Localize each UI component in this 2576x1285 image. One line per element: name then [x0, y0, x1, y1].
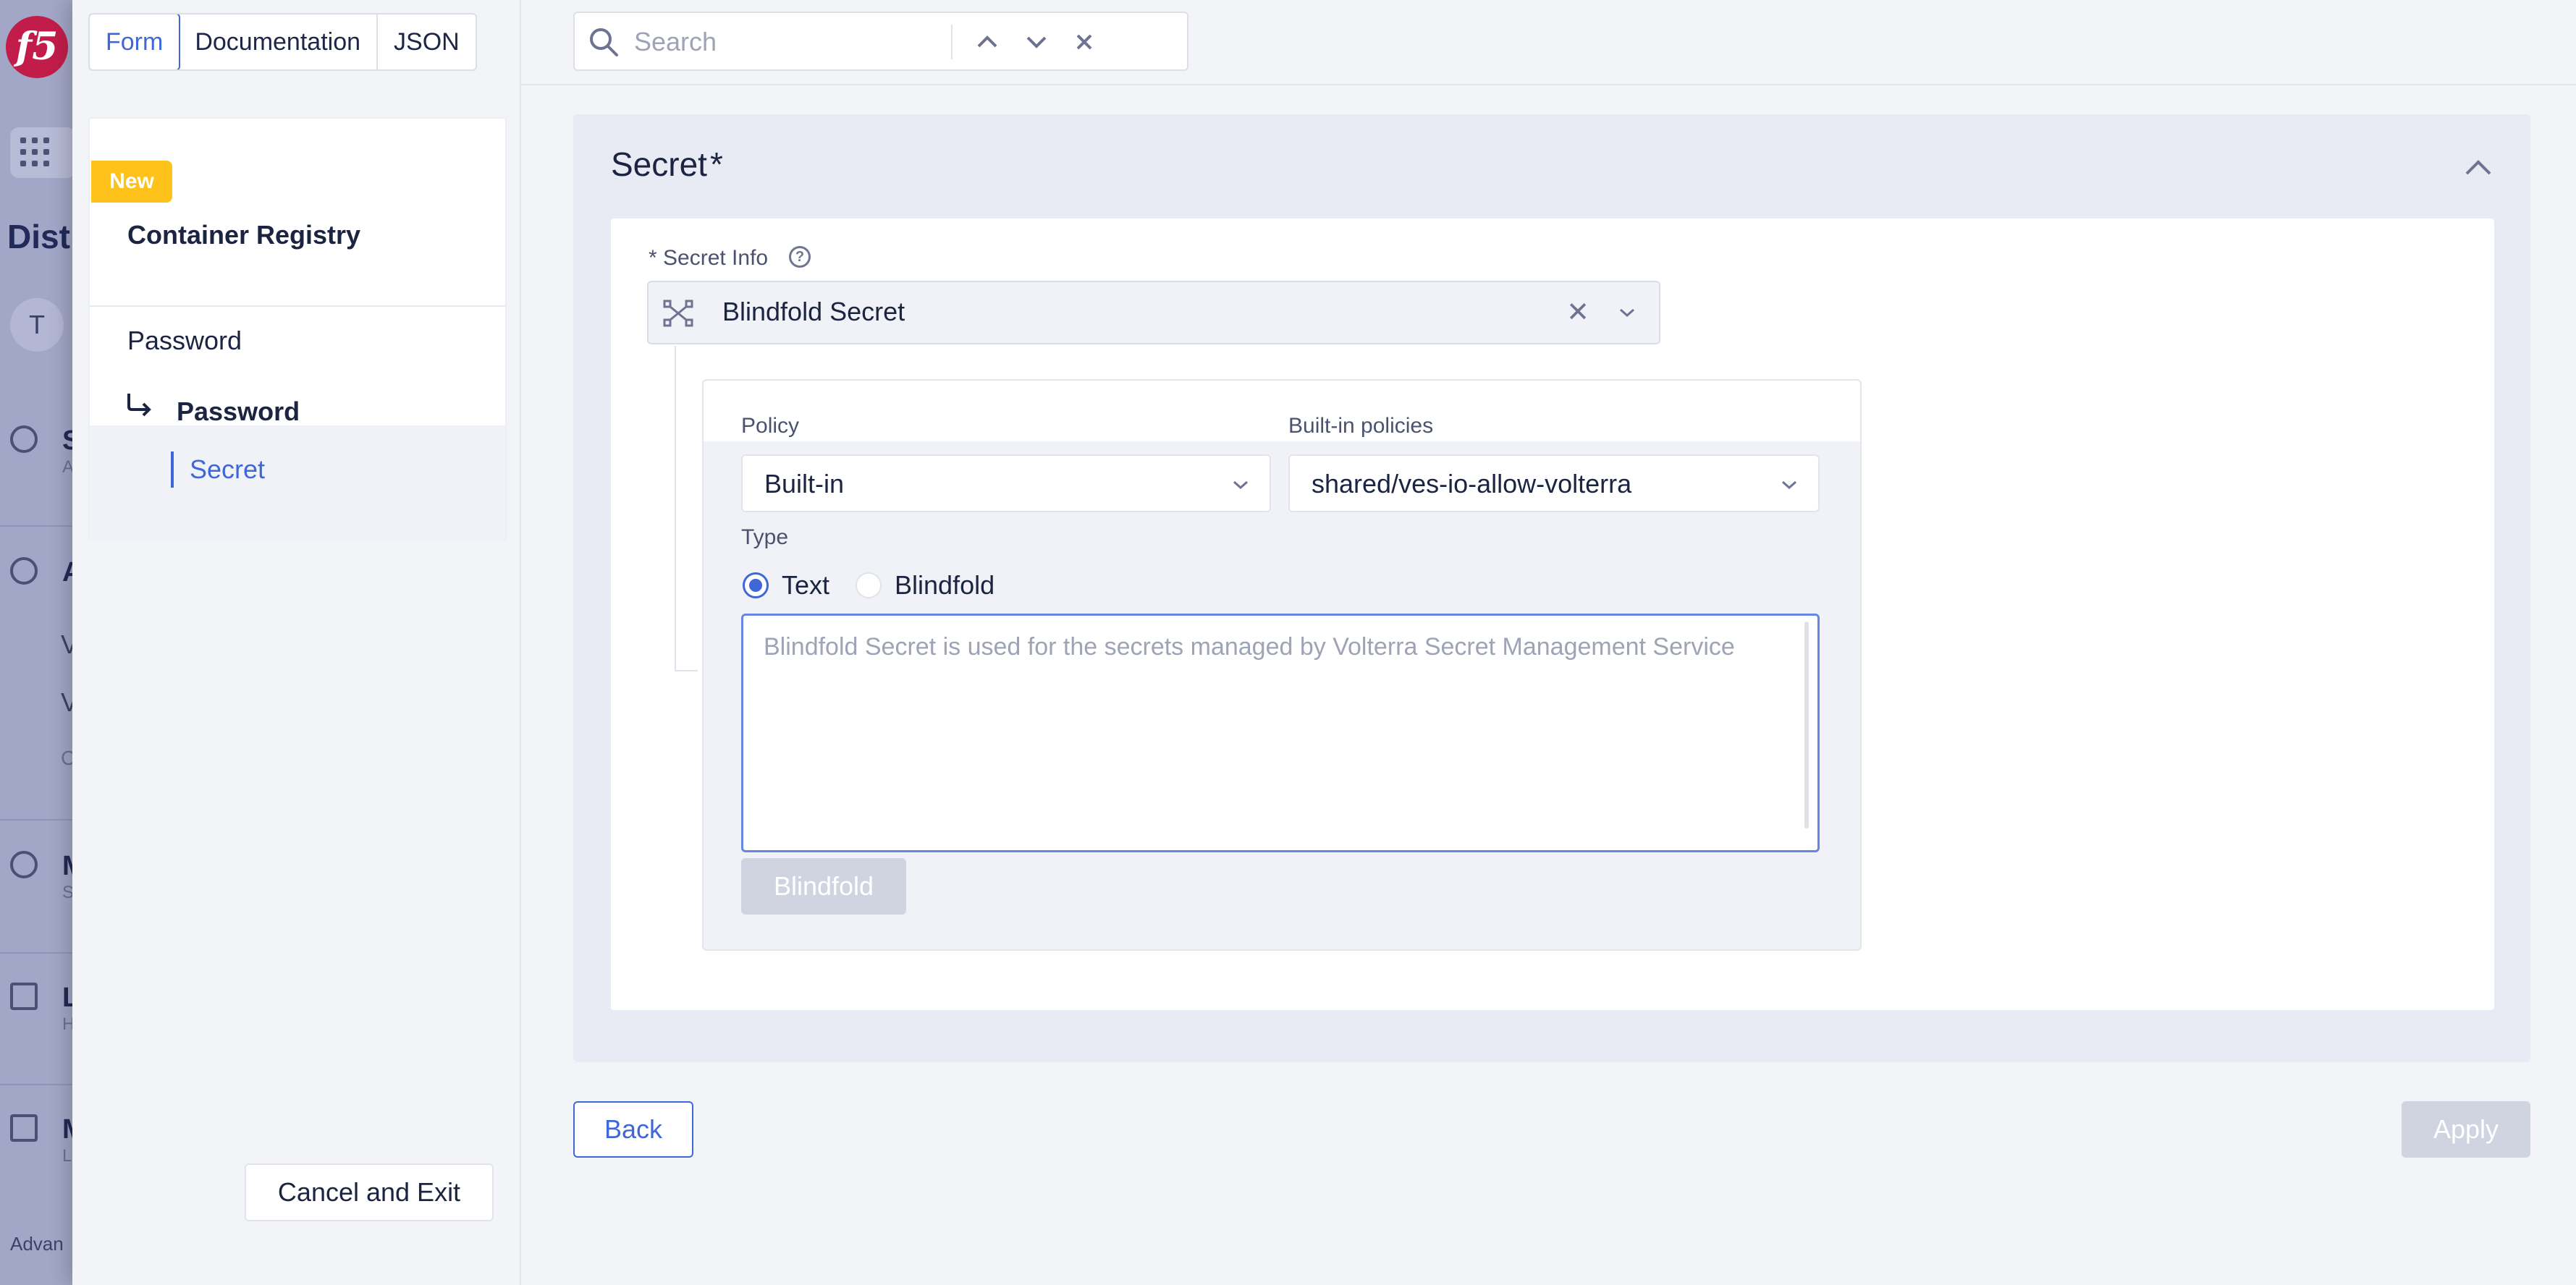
outline-item-password[interactable]: Password	[127, 326, 242, 356]
back-button[interactable]: Back	[573, 1101, 693, 1158]
builtin-policies-value: shared/ves-io-allow-volterra	[1312, 469, 1632, 499]
network-icon	[10, 851, 38, 878]
tab-documentation[interactable]: Documentation	[179, 14, 379, 69]
policy-select[interactable]: Built-in	[741, 454, 1271, 512]
type-label: Type	[741, 525, 789, 549]
bg-sub-item: V	[61, 687, 72, 717]
scrollbar[interactable]	[1804, 622, 1809, 828]
secret-section: Secret* * Secret Info ? Blindfold Secret…	[573, 114, 2530, 1062]
blindfold-secret-card: Policy Built-in policies Built-in shared…	[702, 379, 1862, 951]
question-circle-icon[interactable]: ?	[789, 246, 811, 268]
helm-icon	[10, 557, 38, 585]
globe-icon	[10, 425, 38, 453]
bg-nav-row: A	[10, 557, 72, 588]
blindfold-network-icon	[663, 300, 693, 327]
form-nav-column: Form Documentation JSON New Container Re…	[72, 0, 521, 1285]
bg-sub-item: V	[61, 629, 72, 659]
search-box	[573, 12, 1188, 71]
outline-selected-group	[90, 425, 505, 541]
policy-label: Policy	[741, 414, 800, 438]
close-icon[interactable]	[1068, 26, 1100, 58]
bg-nav-sub: S	[62, 883, 72, 902]
tree-connector	[675, 670, 698, 671]
secret-text-area	[741, 614, 1820, 852]
wrench-icon	[10, 1114, 38, 1142]
new-badge: New	[91, 161, 172, 203]
background-app: f5 Dist T S A A V V C M S L	[0, 0, 72, 1285]
secret-info-select[interactable]: Blindfold Secret ✕	[647, 281, 1660, 344]
secret-info-label: * Secret Info	[649, 246, 769, 270]
bg-nav-row: M S	[10, 851, 72, 902]
form-outline: New Container Registry Password Password…	[88, 117, 507, 541]
secret-textarea[interactable]	[743, 616, 1817, 850]
blindfold-button[interactable]: Blindfold	[741, 858, 906, 915]
bg-nav-row: S A	[10, 425, 72, 477]
type-option-label[interactable]: Blindfold	[895, 570, 994, 601]
view-mode-tabs: Form Documentation JSON	[88, 13, 477, 71]
bg-nav-sub: A	[62, 457, 72, 477]
form-modal: Form Documentation JSON New Container Re…	[72, 0, 2576, 1285]
chevron-up-icon[interactable]	[2462, 156, 2494, 178]
secret-info-value: Blindfold Secret	[722, 297, 905, 326]
type-radio-group: Text Blindfold	[743, 567, 1021, 603]
chevron-down-icon[interactable]	[1021, 26, 1052, 58]
bg-nav-title: M	[62, 1114, 72, 1145]
bg-advanced-label: Advan	[10, 1233, 64, 1255]
tree-connector	[675, 346, 676, 671]
cancel-and-exit-button[interactable]: Cancel and Exit	[245, 1163, 494, 1221]
type-radio-blindfold[interactable]	[856, 572, 882, 598]
close-icon[interactable]: ✕	[1566, 297, 1589, 328]
chevron-down-icon	[1782, 480, 1796, 490]
bg-nav-sub: H	[62, 1014, 72, 1034]
bg-nav-title: A	[62, 557, 72, 588]
card-header	[704, 381, 1860, 441]
required-mark: *	[709, 145, 723, 183]
secret-section-body: * Secret Info ? Blindfold Secret ✕ Polic…	[611, 219, 2494, 1010]
avatar: T	[10, 298, 64, 352]
outline-item-password-sub[interactable]: Password	[177, 396, 300, 427]
chevron-down-icon	[1233, 480, 1248, 490]
section-title-text: Secret	[611, 145, 707, 183]
outline-title[interactable]: Container Registry	[127, 220, 360, 250]
search-icon	[590, 28, 618, 56]
chevron-up-icon[interactable]	[971, 26, 1003, 58]
builtin-policies-select[interactable]: shared/ves-io-allow-volterra	[1288, 454, 1820, 512]
section-title: Secret*	[611, 145, 723, 184]
tab-form[interactable]: Form	[89, 14, 181, 69]
bg-page-title: Dist	[7, 218, 70, 255]
bg-sub-item: C	[61, 747, 72, 769]
divider	[0, 952, 72, 954]
bg-nav-title: S	[62, 425, 72, 456]
builtin-policies-label: Built-in policies	[1288, 414, 1434, 438]
f5-logo: f5	[6, 16, 68, 78]
search-input[interactable]	[634, 22, 938, 62]
divider	[0, 819, 72, 820]
type-option-label[interactable]: Text	[782, 570, 829, 601]
arrow-corner-right-icon	[127, 394, 151, 417]
bg-nav-title: M	[62, 851, 72, 882]
divider	[0, 525, 72, 527]
bg-nav-row: L H	[10, 983, 72, 1034]
outline-item-secret[interactable]: Secret	[171, 451, 265, 488]
divider	[951, 25, 953, 59]
bg-nav-row: M L	[10, 1114, 72, 1166]
divider	[0, 1084, 72, 1085]
bg-nav-sub: L	[62, 1146, 72, 1166]
tab-json[interactable]: JSON	[378, 14, 476, 69]
load-balancer-icon	[10, 983, 38, 1010]
apply-button[interactable]: Apply	[2402, 1101, 2530, 1158]
chevron-down-icon[interactable]	[1618, 307, 1636, 318]
type-radio-text[interactable]	[743, 572, 769, 598]
policy-value: Built-in	[764, 469, 845, 499]
divider	[90, 305, 505, 307]
bg-nav-title: L	[62, 983, 72, 1013]
app-grid-icon	[10, 127, 72, 178]
